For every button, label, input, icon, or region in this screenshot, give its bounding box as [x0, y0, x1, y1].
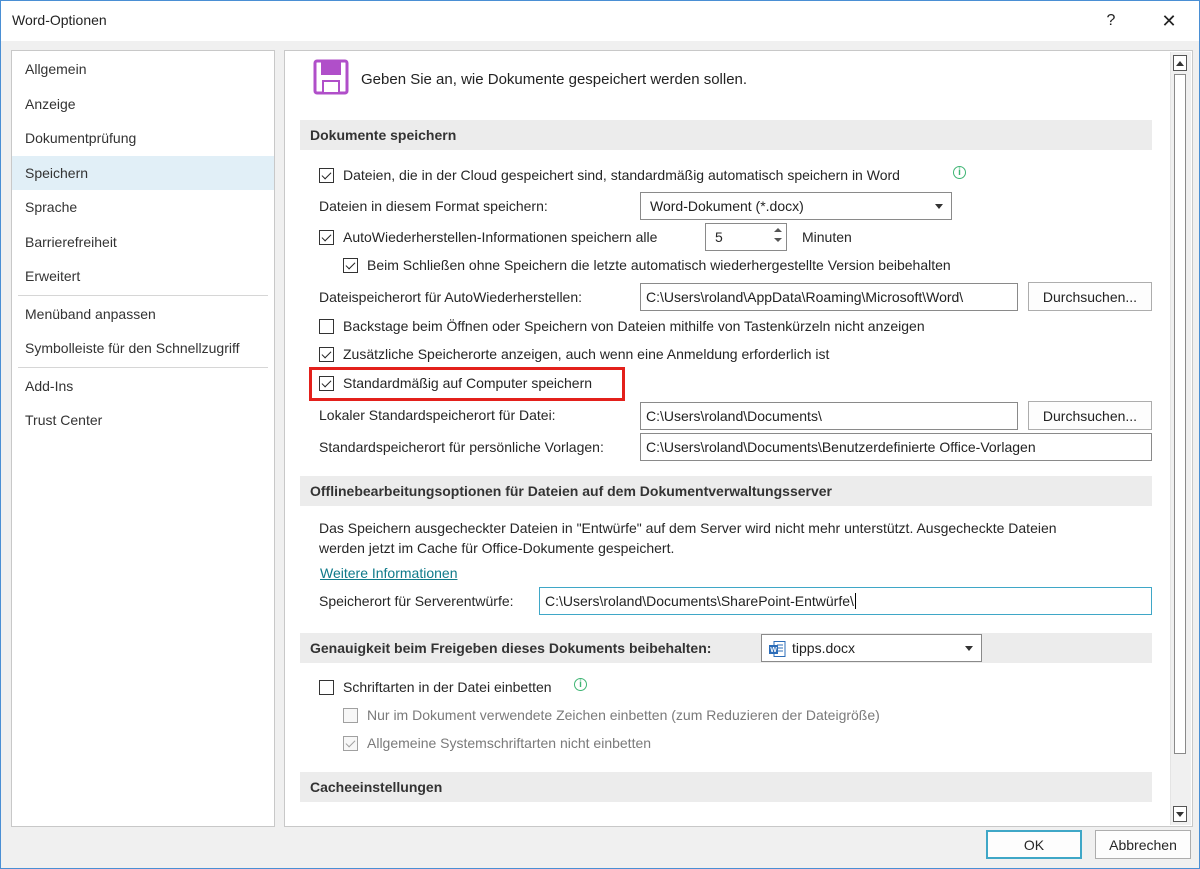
- close-button[interactable]: ✕: [1149, 5, 1189, 37]
- browse-local-button[interactable]: Durchsuchen...: [1028, 401, 1152, 430]
- browse-autorecover-button[interactable]: Durchsuchen...: [1028, 282, 1152, 311]
- chevron-down-icon: [965, 646, 973, 651]
- minutes-label: Minuten: [802, 229, 852, 245]
- drafts-path-input[interactable]: C:\Users\roland\Documents\SharePoint-Ent…: [539, 587, 1152, 615]
- scroll-down-button[interactable]: [1173, 806, 1187, 822]
- sidebar-item-schnellzugriff[interactable]: Symbolleiste für den Schnellzugriff: [12, 331, 274, 365]
- section-header-offline: Offlinebearbeitungsoptionen für Dateien …: [300, 476, 1152, 506]
- cancel-button[interactable]: Abbrechen: [1095, 830, 1191, 859]
- autorecover-path-input[interactable]: C:\Users\roland\AppData\Roaming\Microsof…: [640, 283, 1018, 311]
- format-value: Word-Dokument (*.docx): [650, 198, 804, 214]
- scroll-thumb[interactable]: [1174, 74, 1186, 754]
- sidebar-item-sprache[interactable]: Sprache: [12, 190, 274, 224]
- chevron-down-icon: [1176, 811, 1184, 817]
- fidelity-title: Genauigkeit beim Freigeben dieses Dokume…: [310, 640, 712, 656]
- local-path-input[interactable]: C:\Users\roland\Documents\: [640, 402, 1018, 430]
- offline-description-line2: werden jetzt im Cache für Office-Dokumen…: [319, 540, 675, 556]
- section-header-fidelity: Genauigkeit beim Freigeben dieses Dokume…: [300, 633, 1152, 663]
- scroll-up-button[interactable]: [1173, 55, 1187, 71]
- templates-path-label: Standardspeicherort für persönliche Vorl…: [319, 439, 604, 455]
- no-backstage-label: Backstage beim Öffnen oder Speichern von…: [343, 318, 925, 334]
- document-dropdown[interactable]: W tipps.docx: [761, 634, 982, 662]
- sidebar-item-anzeige[interactable]: Anzeige: [12, 87, 274, 121]
- save-to-computer-label: Standardmäßig auf Computer speichern: [343, 375, 593, 391]
- autorecover-minutes-value: 5: [715, 229, 723, 245]
- window-title: Word-Optionen: [12, 12, 107, 28]
- section-header-save: Dokumente speichern: [300, 120, 1152, 150]
- keep-last-version-label: Beim Schließen ohne Speichern die letzte…: [367, 257, 951, 273]
- embed-fonts-checkbox[interactable]: [319, 680, 334, 695]
- extra-locations-checkbox[interactable]: [319, 347, 334, 362]
- autorecover-minutes-stepper[interactable]: 5: [705, 223, 787, 251]
- sidebar-item-addins[interactable]: Add-Ins: [12, 369, 274, 403]
- format-label: Dateien in diesem Format speichern:: [319, 198, 548, 214]
- autosave-cloud-label: Dateien, die in der Cloud gespeichert si…: [343, 167, 900, 183]
- keep-last-version-checkbox[interactable]: [343, 258, 358, 273]
- sidebar-item-erweitert[interactable]: Erweitert: [12, 259, 274, 293]
- embed-fonts-label: Schriftarten in der Datei einbetten: [343, 679, 552, 695]
- embed-used-only-checkbox[interactable]: [343, 708, 358, 723]
- sidebar-item-speichern[interactable]: Speichern: [12, 156, 274, 190]
- chevron-up-icon: [1176, 60, 1184, 66]
- chevron-down-icon: [935, 204, 943, 209]
- templates-path-input[interactable]: C:\Users\roland\Documents\Benutzerdefini…: [640, 433, 1152, 461]
- sidebar-divider: [18, 295, 268, 296]
- autosave-cloud-checkbox[interactable]: [319, 168, 334, 183]
- spinner-arrows-icon[interactable]: [774, 228, 782, 246]
- sidebar-item-barrierefreiheit[interactable]: Barrierefreiheit: [12, 225, 274, 259]
- offline-description-line1: Das Speichern ausgecheckter Dateien in "…: [319, 520, 1057, 536]
- sidebar-item-trust-center[interactable]: Trust Center: [12, 403, 274, 437]
- document-name: tipps.docx: [792, 640, 856, 656]
- no-system-fonts-label: Allgemeine Systemschriftarten nicht einb…: [367, 735, 652, 751]
- no-system-fonts-checkbox[interactable]: [343, 736, 358, 751]
- more-info-link[interactable]: Weitere Informationen: [320, 565, 457, 581]
- extra-locations-label: Zusätzliche Speicherorte anzeigen, auch …: [343, 346, 830, 362]
- title-bar: Word-Optionen ? ✕: [1, 1, 1199, 41]
- help-button[interactable]: ?: [1091, 5, 1131, 37]
- drafts-path-label: Speicherort für Serverentwürfe:: [319, 593, 514, 609]
- sidebar-item-dokumentpruefung[interactable]: Dokumentprüfung: [12, 121, 274, 155]
- section-header-cache: Cacheeinstellungen: [300, 772, 1152, 802]
- autorecover-path-label: Dateispeicherort für AutoWiederherstelle…: [319, 289, 583, 305]
- sidebar-item-menueband[interactable]: Menüband anpassen: [12, 297, 274, 331]
- info-icon: i: [574, 678, 587, 691]
- word-document-icon: W: [769, 641, 786, 657]
- settings-panel: Geben Sie an, wie Dokumente gespeichert …: [284, 50, 1193, 827]
- embed-used-only-label: Nur im Dokument verwendete Zeichen einbe…: [367, 707, 880, 723]
- local-path-label: Lokaler Standardspeicherort für Datei:: [319, 407, 556, 423]
- sidebar-nav: Allgemein Anzeige Dokumentprüfung Speich…: [11, 50, 275, 827]
- save-to-computer-checkbox[interactable]: [319, 376, 334, 391]
- options-dialog: Word-Optionen ? ✕ Allgemein Anzeige Doku…: [0, 0, 1200, 869]
- info-icon: i: [953, 166, 966, 179]
- vertical-scrollbar[interactable]: [1170, 52, 1191, 825]
- autorecover-checkbox[interactable]: [319, 230, 334, 245]
- svg-text:W: W: [770, 647, 777, 654]
- ok-button[interactable]: OK: [986, 830, 1082, 859]
- autorecover-label: AutoWiederherstellen-Informationen speic…: [343, 229, 658, 245]
- format-dropdown[interactable]: Word-Dokument (*.docx): [640, 192, 952, 220]
- save-icon: [313, 59, 349, 95]
- sidebar-item-allgemein[interactable]: Allgemein: [12, 52, 274, 86]
- page-title: Geben Sie an, wie Dokumente gespeichert …: [361, 71, 748, 88]
- sidebar-divider: [18, 367, 268, 368]
- no-backstage-checkbox[interactable]: [319, 319, 334, 334]
